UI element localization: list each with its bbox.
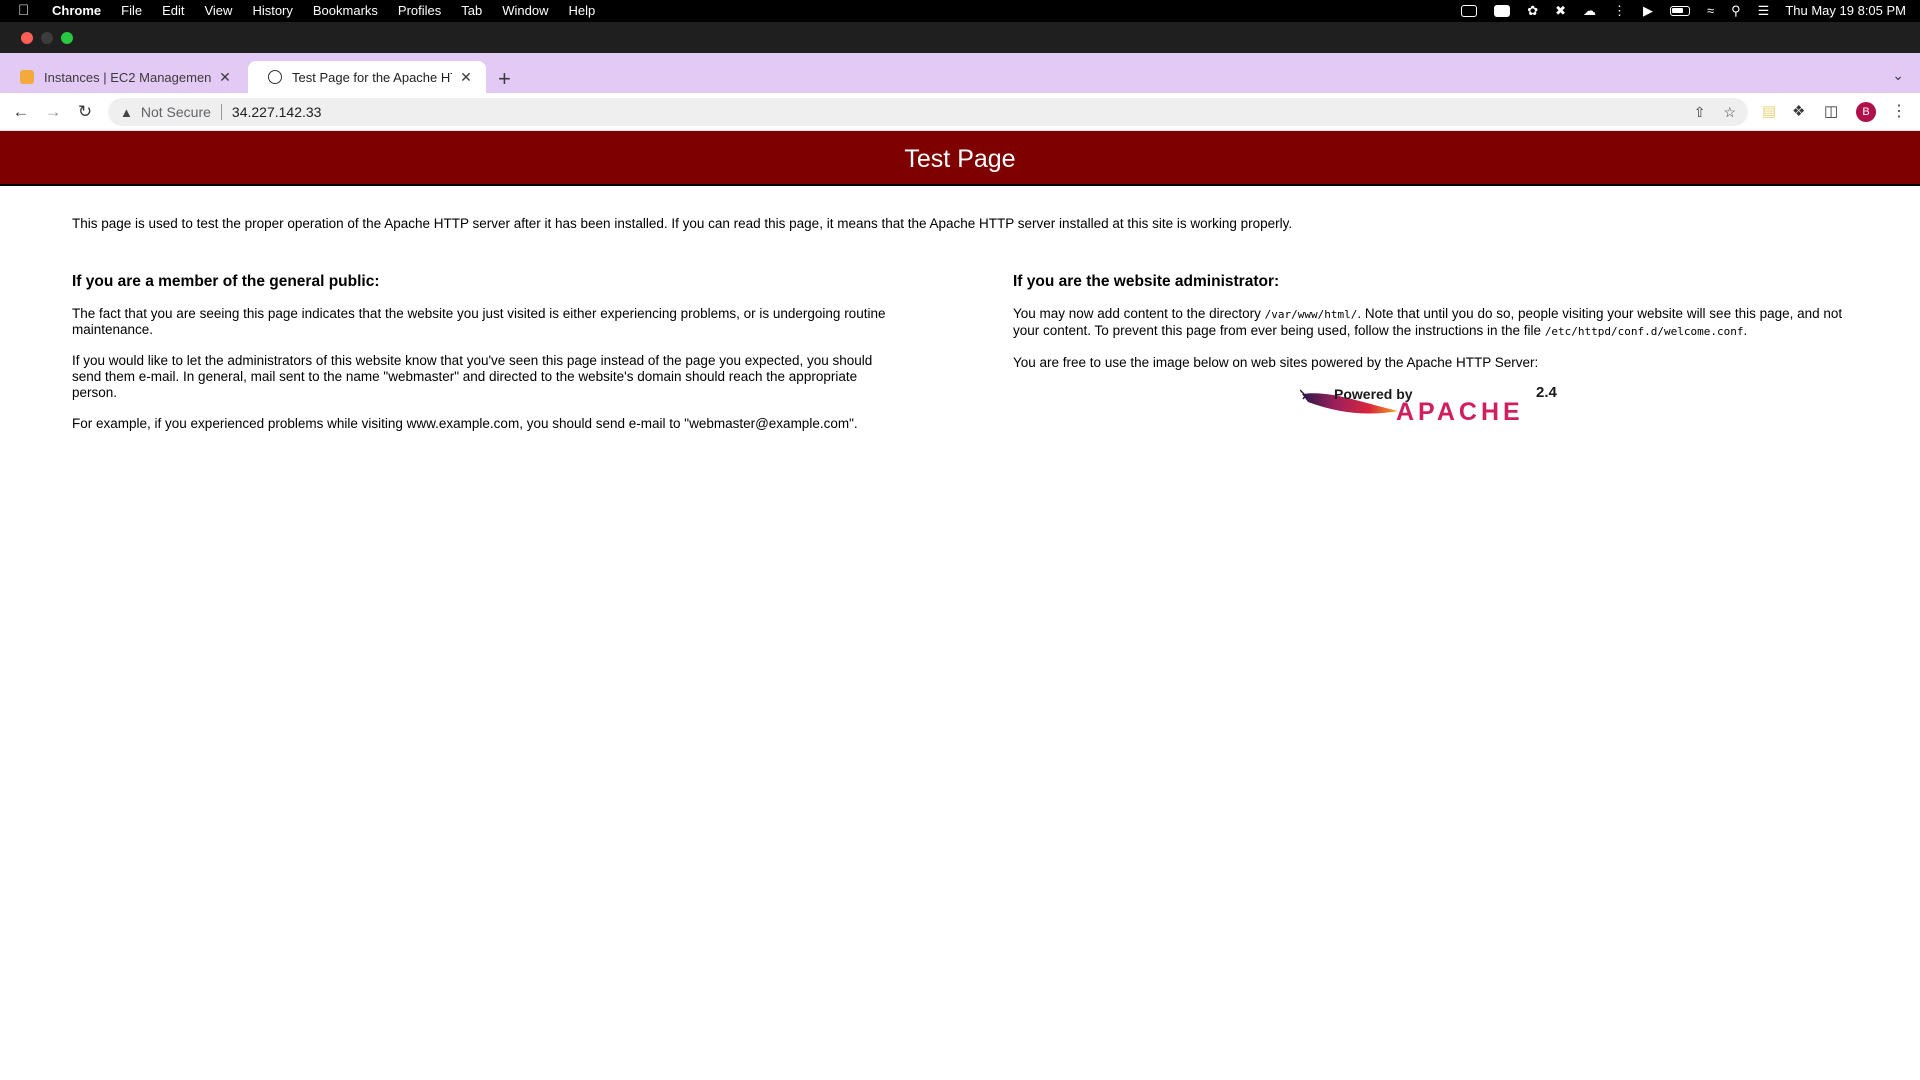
menu-app-chrome[interactable]: Chrome xyxy=(52,0,101,22)
menu-help[interactable]: Help xyxy=(569,0,596,22)
public-paragraph-2: If you would like to let the administrat… xyxy=(72,353,873,400)
url-text[interactable]: 34.227.142.33 xyxy=(232,104,322,120)
public-paragraph-1: The fact that you are seeing this page i… xyxy=(72,306,886,337)
status-area: ✿ ✖ ☁ ⋮ ▶ ≈ ⚲ ☰ Thu May 19 8:05 PM xyxy=(1444,0,1906,22)
welcome-conf-path: /etc/httpd/conf.d/welcome.conf xyxy=(1544,325,1744,338)
minimize-window-button[interactable] xyxy=(41,32,53,44)
public-section: If you are a member of the general publi… xyxy=(72,273,902,447)
menu-file[interactable]: File xyxy=(121,0,142,22)
back-button[interactable]: ← xyxy=(10,101,32,123)
menu-view[interactable]: View xyxy=(204,0,232,22)
cloud-icon[interactable]: ☁ xyxy=(1583,0,1596,22)
fullscreen-window-button[interactable] xyxy=(61,32,73,44)
directory-path: /var/www/html/ xyxy=(1264,308,1358,321)
close-tab-icon[interactable]: ✕ xyxy=(217,69,233,86)
share-icon[interactable]: ⇧ xyxy=(1694,104,1706,121)
tab-ec2-instances[interactable]: Instances | EC2 Management Console ✕ xyxy=(0,61,245,93)
spotlight-search-icon[interactable]: ⚲ xyxy=(1731,0,1741,22)
tab-strip: Instances | EC2 Management Console ✕ Tes… xyxy=(0,53,1920,93)
menu-profiles[interactable]: Profiles xyxy=(398,0,441,22)
intro-text: This page is used to test the proper ope… xyxy=(72,216,1293,231)
forward-button[interactable]: → xyxy=(42,101,64,123)
dots-icon[interactable]: ⋮ xyxy=(1613,0,1626,22)
reload-button[interactable]: ↻ xyxy=(74,101,96,123)
menu-window[interactable]: Window xyxy=(502,0,548,22)
more-menu-icon[interactable]: ⋮ xyxy=(1891,103,1907,121)
new-tab-button[interactable]: + xyxy=(498,66,511,92)
menu-tab[interactable]: Tab xyxy=(461,0,482,22)
admin-heading: If you are the website administrator: xyxy=(1013,273,1280,290)
public-paragraph-3: For example, if you experienced problems… xyxy=(72,416,858,431)
admin-section: If you are the website administrator: Yo… xyxy=(1013,273,1853,386)
play-icon[interactable]: ▶ xyxy=(1643,0,1653,22)
admin-paragraph-1: You may now add content to the directory… xyxy=(1013,306,1853,340)
security-label[interactable]: Not Secure xyxy=(141,104,211,120)
side-panel-icon[interactable]: ◫ xyxy=(1824,103,1838,121)
screen-record-icon[interactable] xyxy=(1461,5,1478,17)
battery-icon[interactable] xyxy=(1670,6,1690,16)
bookmark-star-icon[interactable]: ☆ xyxy=(1723,104,1736,121)
admin-paragraph-2: You are free to use the image below on w… xyxy=(1013,355,1539,370)
menubar-clock[interactable]: Thu May 19 8:05 PM xyxy=(1785,0,1906,22)
apache-wordmark: APACHE xyxy=(1396,398,1524,426)
public-heading: If you are a member of the general publi… xyxy=(72,273,380,290)
menu-edit[interactable]: Edit xyxy=(162,0,184,22)
wifi-icon[interactable]: ≈ xyxy=(1707,0,1714,22)
warning-icon[interactable]: ▲ xyxy=(120,105,133,120)
powered-by-apache-badge: Powered by 2.4 APACHE xyxy=(1300,384,1562,426)
aws-icon xyxy=(20,70,34,84)
zoom-icon[interactable] xyxy=(1494,5,1511,17)
profile-avatar[interactable]: B xyxy=(1856,102,1876,122)
notes-extension-icon[interactable]: ▤ xyxy=(1762,103,1776,121)
macos-menu-bar:  Chrome File Edit View History Bookmark… xyxy=(0,0,1920,22)
menu-history[interactable]: History xyxy=(252,0,292,22)
web-page: Test Page This page is used to test the … xyxy=(0,131,1920,1080)
tab-search-icon[interactable]: ⌄ xyxy=(1892,67,1904,84)
close-tab-icon[interactable]: ✕ xyxy=(458,69,474,86)
apple-icon[interactable]:  xyxy=(18,0,34,22)
extensions-puzzle-icon[interactable]: ❖ xyxy=(1792,103,1805,121)
browser-toolbar: ← → ↻ ▲ Not Secure 34.227.142.33 ⇧ ☆ ▤ ❖… xyxy=(0,93,1920,131)
divider xyxy=(220,104,222,120)
tab-title: Test Page for the Apache HTTP Server xyxy=(292,69,452,85)
page-banner: Test Page xyxy=(0,131,1920,186)
menu-bookmarks[interactable]: Bookmarks xyxy=(313,0,378,22)
control-center-icon[interactable]: ☰ xyxy=(1758,0,1770,22)
sync-icon[interactable]: ✿ xyxy=(1527,0,1538,22)
admin-text: . xyxy=(1743,323,1748,338)
admin-text: You may now add content to the directory xyxy=(1013,306,1265,321)
window-title-strip xyxy=(0,22,1920,53)
page-title: Test Page xyxy=(904,145,1016,173)
close-window-button[interactable] xyxy=(21,32,33,44)
tab-title: Instances | EC2 Management Console xyxy=(44,69,211,85)
version-text: 2.4 xyxy=(1536,384,1557,401)
k-app-icon[interactable]: ✖ xyxy=(1555,0,1566,22)
address-bar[interactable]: ▲ Not Secure 34.227.142.33 ⇧ ☆ xyxy=(108,98,1748,126)
tab-apache-test-page[interactable]: Test Page for the Apache HTTP Server ✕ xyxy=(248,61,486,93)
globe-icon xyxy=(268,70,282,84)
omnibox-actions: ⇧ ☆ xyxy=(1676,98,1736,126)
